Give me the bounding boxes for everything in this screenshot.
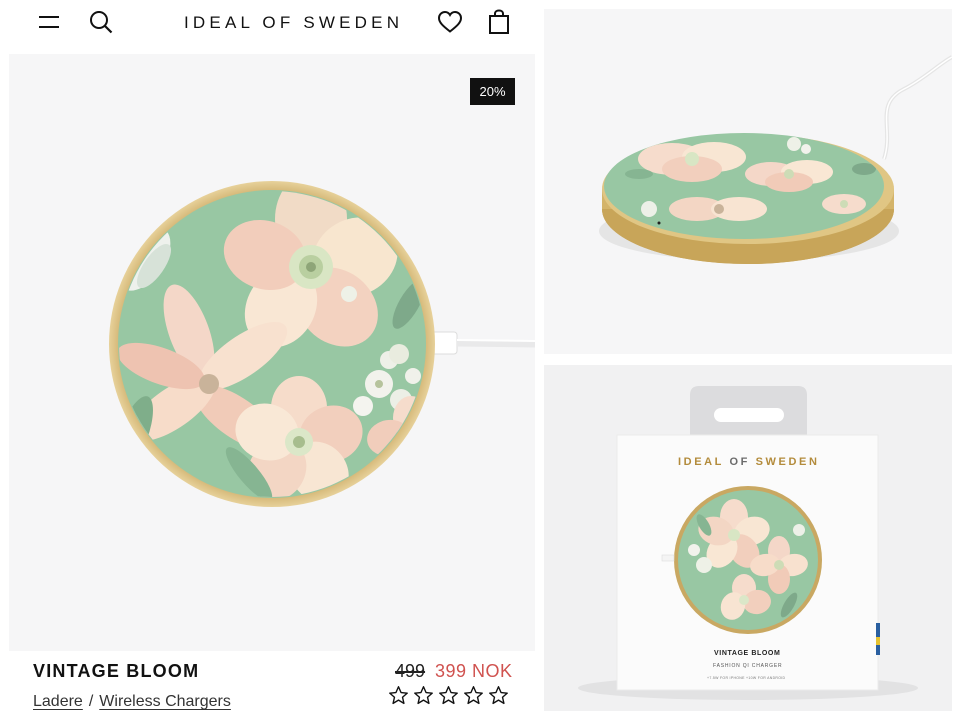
star-icon[interactable] (413, 685, 434, 706)
charger-angled-illustration (599, 55, 952, 264)
breadcrumb-link-subcategory[interactable]: Wireless Chargers (99, 693, 231, 710)
packaging-title: VINTAGE BLOOM (714, 650, 781, 657)
star-icon[interactable] (438, 685, 459, 706)
shopping-bag-icon[interactable] (486, 9, 512, 35)
star-icon[interactable] (463, 685, 484, 706)
packaging-fine-print: +7.5W FOR IPHONE +10W FOR ANDROID (707, 676, 786, 680)
star-icon[interactable] (488, 685, 509, 706)
menu-icon[interactable] (36, 9, 62, 35)
heart-icon[interactable] (437, 9, 463, 35)
discount-badge: 20% (470, 78, 515, 105)
charger-illustration (109, 181, 535, 507)
rating-stars (388, 685, 509, 706)
breadcrumb-link-category[interactable]: Ladere (33, 693, 83, 710)
packaging-brand: IDEAL OF SWEDEN (678, 456, 820, 468)
breadcrumb-separator: / (88, 693, 94, 710)
breadcrumb: Ladere / Wireless Chargers (33, 693, 231, 711)
star-icon[interactable] (388, 685, 409, 706)
search-icon[interactable] (88, 9, 114, 35)
sale-price: 399 NOK (435, 661, 513, 681)
original-price: 499 (395, 661, 426, 681)
packaging-subtitle: FASHION QI CHARGER (713, 663, 783, 669)
product-title: VINTAGE BLOOM (33, 661, 200, 681)
product-image-packaging[interactable]: IDEAL OF SWEDEN VINTAGE BLOOM FASHION QI… (544, 365, 952, 711)
product-image-angled[interactable] (544, 9, 952, 354)
product-main-image[interactable] (9, 54, 535, 651)
packaging-illustration (578, 386, 918, 700)
top-bar: IDEAL OF SWEDEN (0, 0, 540, 50)
brand-logo[interactable]: IDEAL OF SWEDEN (184, 13, 403, 33)
